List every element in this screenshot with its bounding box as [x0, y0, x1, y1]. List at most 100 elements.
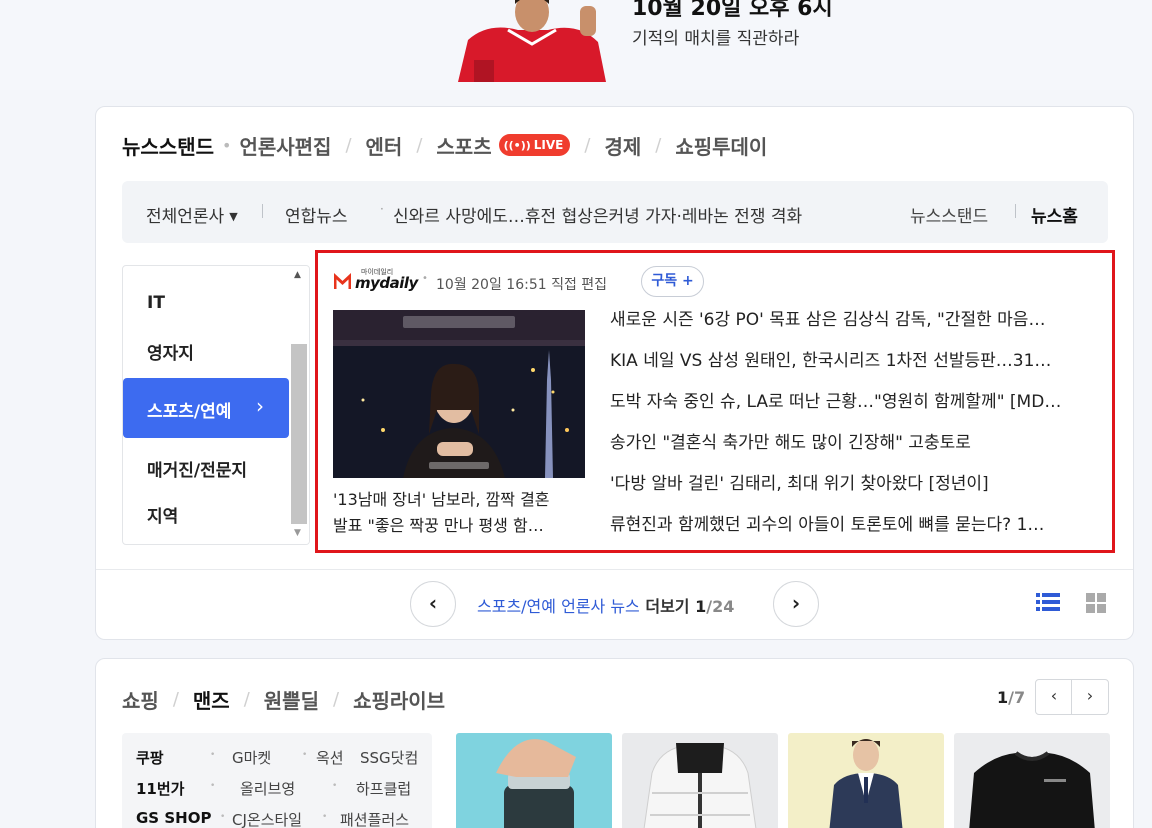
headline-item[interactable]: '다방 알바 걸린' 김태리, 최대 위기 찾아왔다 [정년이]	[610, 472, 1100, 513]
subscribe-button[interactable]: 구독 +	[641, 266, 704, 297]
tab-separator: /	[332, 689, 340, 710]
mall-link[interactable]: 올리브영	[240, 778, 295, 799]
pager-label: 스포츠/연예 언론사 뉴스 더보기 1/24	[477, 593, 734, 617]
caption-line-2: 발표 "좋은 짝꿍 만나 평생 함…	[333, 516, 544, 535]
mydaily-m-icon	[334, 273, 351, 289]
news-thumbnail[interactable]	[333, 310, 585, 478]
live-badge[interactable]: ((•)) LIVE	[498, 134, 571, 156]
tab-mens[interactable]: 맨즈	[193, 685, 230, 714]
chevron-right-icon: ›	[1086, 686, 1094, 705]
mall-link[interactable]: CJ온스타일	[232, 809, 302, 828]
all-press-dropdown[interactable]: 전체언론사 ▼	[146, 202, 238, 227]
promo-banner[interactable]: 10월 20일 오후 6시 기적의 매치를 직관하라	[0, 0, 1152, 90]
live-badge-label: LIVE	[533, 138, 564, 152]
tab-entertainment[interactable]: 엔터	[366, 131, 403, 160]
shop-prev-button[interactable]: ‹	[1035, 679, 1073, 715]
card-divider	[96, 569, 1133, 570]
tab-separator: /	[416, 134, 423, 156]
mall-dot: •	[210, 750, 216, 760]
headline-item[interactable]: 류현진과 함께했던 괴수의 아들이 토론토에 뼈를 묻는다? 1…	[610, 513, 1100, 554]
product-card[interactable]	[456, 733, 612, 828]
product-sweatshirt-image	[954, 733, 1110, 828]
newsstand-link[interactable]: 뉴스스탠드	[910, 202, 988, 227]
more-label[interactable]: 더보기	[645, 597, 689, 616]
shop-page-current: 1	[997, 688, 1009, 707]
tab-separator: /	[584, 134, 591, 156]
product-suit-image	[788, 733, 944, 828]
mall-link[interactable]: 11번가	[136, 778, 184, 799]
tab-shopping[interactable]: 쇼핑	[122, 685, 159, 714]
meta-dot: •	[422, 273, 428, 284]
tab-press-edit[interactable]: 언론사편집	[239, 131, 331, 160]
tab-sports[interactable]: 스포츠	[436, 131, 491, 160]
category-english[interactable]: 영자지	[147, 339, 194, 364]
mall-link[interactable]: 패션플러스	[340, 809, 409, 828]
tab-newsstand[interactable]: 뉴스스탠드	[122, 131, 214, 160]
logo-text: mydaily	[355, 274, 418, 292]
mall-dot: •	[302, 750, 308, 760]
page-current: 1	[695, 597, 707, 616]
news-home-link[interactable]: 뉴스홈	[1031, 202, 1078, 227]
chevron-right-icon: ›	[791, 591, 801, 615]
headline-item[interactable]: 도박 자숙 중인 슈, LA로 떠난 근황…"영원히 함께할께" [MD…	[610, 390, 1100, 431]
rolling-headline[interactable]: 신와르 사망에도…휴전 협상은커녕 가자·레바논 전쟁 격화	[393, 202, 853, 227]
mall-link[interactable]: 하프클럽	[356, 778, 411, 799]
headline-item[interactable]: KIA 네일 VS 삼성 원태인, 한국시리즈 1차전 선발등판…31…	[610, 349, 1100, 390]
scroll-up-icon[interactable]: ▲	[294, 270, 301, 280]
headline-press-name[interactable]: 연합뉴스	[285, 202, 348, 227]
shop-next-button[interactable]: ›	[1071, 679, 1109, 715]
product-puffer-jacket-image	[622, 733, 778, 828]
scroll-thumb[interactable]	[291, 344, 307, 524]
mall-link[interactable]: 쿠팡	[136, 747, 164, 768]
mall-link[interactable]: G마켓	[232, 747, 271, 768]
headline-item[interactable]: 송가인 "결혼식 축가만 해도 많이 긴장해" 고충토로	[610, 431, 1100, 472]
tab-economy[interactable]: 경제	[604, 131, 641, 160]
mall-dot: •	[220, 812, 226, 822]
tab-shopping-live[interactable]: 쇼핑라이브	[353, 685, 445, 714]
shop-page-total: /7	[1008, 688, 1026, 707]
caret-down-icon: ▼	[229, 210, 238, 223]
grid-view-icon[interactable]	[1086, 593, 1106, 613]
shopping-tab-bar: 쇼핑 / 맨즈 / 원쁠딜 / 쇼핑라이브	[122, 685, 445, 714]
category-list: IT 영자지 스포츠/연예 › 매거진/전문지 지역 ▲ ▼	[122, 265, 310, 545]
mydaily-logo[interactable]: 마이데일리 mydaily	[334, 267, 418, 293]
thumbnail-caption[interactable]: '13남매 장녀' 남보라, 깜짝 결혼 발표 "좋은 짝꿍 만나 평생 함…	[333, 487, 589, 539]
category-scrollbar[interactable]: ▲ ▼	[289, 266, 309, 544]
shopping-card: 쇼핑 / 맨즈 / 원쁠딜 / 쇼핑라이브 1/7 ‹ › 쿠팡 • G마켓 •…	[95, 658, 1134, 828]
press-headline-bar: 전체언론사 ▼ 연합뉴스 신와르 사망에도…휴전 협상은커녕 가자·레바논 전쟁 …	[122, 181, 1108, 243]
banner-title[interactable]: 10월 20일 오후 6시	[632, 0, 833, 22]
tab-one-plus-deal[interactable]: 원쁠딜	[264, 685, 319, 714]
category-it[interactable]: IT	[147, 293, 165, 313]
next-page-button[interactable]: ›	[773, 581, 819, 627]
category-magazine[interactable]: 매거진/전문지	[147, 456, 247, 481]
page-total: /24	[706, 597, 735, 616]
more-news-link[interactable]: 스포츠/연예 언론사 뉴스	[477, 597, 640, 616]
product-card[interactable]	[622, 733, 778, 828]
chevron-left-icon: ‹	[1050, 686, 1058, 705]
category-sports-entertainment[interactable]: 스포츠/연예 ›	[123, 378, 289, 438]
list-view-icon[interactable]	[1036, 591, 1060, 613]
mall-link[interactable]: 옥션	[316, 747, 344, 768]
chevron-left-icon: ‹	[428, 591, 438, 615]
product-card[interactable]	[954, 733, 1110, 828]
mall-link-box: 쿠팡 • G마켓 • 옥션 • SSG닷컴 11번가 • 올리브영 • 하프클럽…	[122, 733, 432, 828]
bar-divider	[1015, 204, 1016, 218]
headline-item[interactable]: 새로운 시즌 '6강 PO' 목표 삼은 김상식 감독, "간절한 마음…	[610, 308, 1100, 349]
shopping-page-indicator: 1/7	[997, 688, 1025, 707]
mall-dot: •	[322, 812, 328, 822]
mall-link[interactable]: SSG닷컴	[360, 747, 418, 768]
chevron-right-icon: ›	[256, 394, 264, 418]
tab-shopping-today[interactable]: 쇼핑투데이	[675, 131, 767, 160]
scroll-down-icon[interactable]: ▼	[294, 528, 301, 538]
tab-separator: /	[655, 134, 662, 156]
prev-page-button[interactable]: ‹	[410, 581, 456, 627]
plus-icon: +	[681, 273, 694, 289]
mall-dot: •	[332, 781, 338, 791]
banner-subtitle[interactable]: 기적의 매치를 직관하라	[632, 24, 799, 49]
mall-link[interactable]: GS SHOP	[136, 809, 211, 827]
category-region[interactable]: 지역	[147, 502, 178, 527]
mall-dot: •	[210, 781, 216, 791]
product-card[interactable]	[788, 733, 944, 828]
caption-line-1: '13남매 장녀' 남보라, 깜짝 결혼	[333, 490, 550, 509]
tab-dot-separator: •	[222, 135, 232, 155]
